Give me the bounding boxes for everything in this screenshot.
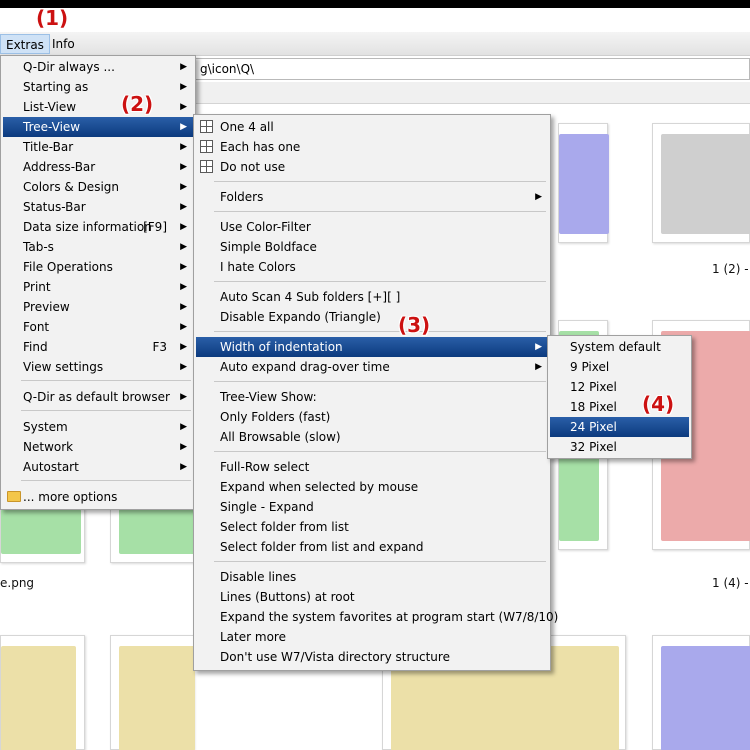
file-tile[interactable] [110,508,195,563]
menu-item-list-view[interactable]: List-View ▶ [3,97,193,117]
menu-item-status-bar[interactable]: Status-Bar ▶ [3,197,193,217]
menu-separator [214,181,546,182]
grid-view-icon [200,120,213,133]
window-top-edge [0,0,750,8]
menu-item-network[interactable]: Network ▶ [3,437,193,457]
menu-item-dont-use-w7-structure[interactable]: Don't use W7/Vista directory structure [196,647,548,667]
menu-separator [214,561,546,562]
file-caption: 1 (4) - K [712,576,750,590]
menu-item-address-bar[interactable]: Address-Bar ▶ [3,157,193,177]
menu-item-file-operations[interactable]: File Operations ▶ [3,257,193,277]
menu-item-default-browser[interactable]: Q-Dir as default browser ▶ [3,387,193,407]
menu-separator [214,381,546,382]
file-tile[interactable] [652,123,750,243]
menu-item-expand-when-selected[interactable]: Expand when selected by mouse [196,477,548,497]
file-tile[interactable] [652,635,750,750]
menu-item-do-not-use[interactable]: Do not use [196,157,548,177]
menu-label-tree-view-show: Tree-View Show: [220,390,317,404]
file-thumbnail-icon [1,509,81,554]
menu-item-disable-expando[interactable]: Disable Expando (Triangle) [196,307,548,327]
menu-item-all-browsable[interactable]: All Browsable (slow) [196,427,548,447]
menu-bar: Extras Info [0,32,750,56]
menu-item-one-4-all[interactable]: One 4 all [196,117,548,137]
menu-item-i-hate-colors[interactable]: I hate Colors [196,257,548,277]
grid-view-icon [200,160,213,173]
menu-item-more-options[interactable]: ... more options [3,487,193,507]
menu-separator [214,451,546,452]
menu-item-tree-view[interactable]: Tree-View ▶ [3,117,193,137]
menu-item-9-pixel[interactable]: 9 Pixel [550,357,689,377]
menu-separator [214,281,546,282]
menu-item-q-dir-always[interactable]: Q-Dir always ... ▶ [3,57,193,77]
menu-item-colors-design[interactable]: Colors & Design ▶ [3,177,193,197]
menu-item-folders[interactable]: Folders ▶ [196,187,548,207]
menu-item-autostart[interactable]: Autostart ▶ [3,457,193,477]
file-thumbnail-icon [119,646,195,750]
menu-item-select-folder-and-expand[interactable]: Select folder from list and expand [196,537,548,557]
menu-item-view-settings[interactable]: View settings ▶ [3,357,193,377]
menu-item-title-bar[interactable]: Title-Bar ▶ [3,137,193,157]
menu-item-later-more[interactable]: Later more [196,627,548,647]
menu-item-single-expand[interactable]: Single - Expand [196,497,548,517]
file-caption: 1 (2) - K [712,262,750,276]
menu-item-system[interactable]: System ▶ [3,417,193,437]
menu-item-use-color-filter[interactable]: Use Color-Filter [196,217,548,237]
file-caption: e.png [0,576,35,590]
menu-item-find[interactable]: Find F3 ▶ [3,337,193,357]
extras-menu: Q-Dir always ... ▶ Starting as ▶ List-View… [0,55,196,510]
menu-item-expand-system-favorites[interactable]: Expand the system favorites at program s… [196,607,558,627]
menu-item-disable-lines[interactable]: Disable lines [196,567,548,587]
menu-item-24-pixel[interactable]: 24 Pixel [550,417,689,437]
toolbar-strip [195,82,750,104]
annotation-step-4: (4) [642,392,675,416]
address-bar[interactable]: g\icon\Q\ [195,58,750,80]
annotation-step-2: (2) [121,92,154,116]
menu-separator [21,380,191,381]
menu-info[interactable]: Info [47,34,80,54]
annotation-step-3: (3) [398,313,431,337]
menu-item-32-pixel[interactable]: 32 Pixel [550,437,689,457]
menu-item-font[interactable]: Font ▶ [3,317,193,337]
menu-item-lines-at-root[interactable]: Lines (Buttons) at root [196,587,548,607]
file-tile[interactable] [558,123,609,243]
menu-extras[interactable]: Extras [0,34,50,54]
file-tile[interactable] [0,508,85,563]
file-thumbnail-icon [119,509,195,554]
menu-item-print[interactable]: Print ▶ [3,277,193,297]
file-tile[interactable] [110,635,195,750]
menu-item-starting-as[interactable]: Starting as ▶ [3,77,193,97]
grid-view-icon [200,140,213,153]
menu-separator [21,480,191,481]
file-thumbnail-icon [661,134,750,234]
menu-separator [214,331,546,332]
menu-separator [21,410,191,411]
menu-item-select-folder-from-list[interactable]: Select folder from list [196,517,548,537]
menu-item-preview[interactable]: Preview ▶ [3,297,193,317]
file-thumbnail-icon [559,134,609,234]
file-thumbnail-icon [1,646,76,750]
file-tile[interactable] [0,635,85,750]
menu-item-each-has-one[interactable]: Each has one [196,137,548,157]
file-thumbnail-icon [661,646,750,750]
menu-item-tabs[interactable]: Tab-s ▶ [3,237,193,257]
folder-icon [7,491,21,502]
menu-item-data-size-information[interactable]: Data size information [F9] ▶ [3,217,193,237]
menu-item-full-row-select[interactable]: Full-Row select [196,457,548,477]
menu-item-auto-scan[interactable]: Auto Scan 4 Sub folders [+][ ] [196,287,548,307]
menu-item-auto-expand-drag-over[interactable]: Auto expand drag-over time ▶ [196,357,548,377]
menu-item-system-default[interactable]: System default [550,337,689,357]
annotation-step-1: (1) [36,6,69,30]
tree-view-submenu: One 4 all Each has one Do not use Folder… [193,114,558,671]
menu-item-only-folders[interactable]: Only Folders (fast) [196,407,548,427]
menu-separator [214,211,546,212]
menu-item-simple-boldface[interactable]: Simple Boldface [196,237,548,257]
menu-item-width-of-indentation[interactable]: Width of indentation ▶ [196,337,548,357]
